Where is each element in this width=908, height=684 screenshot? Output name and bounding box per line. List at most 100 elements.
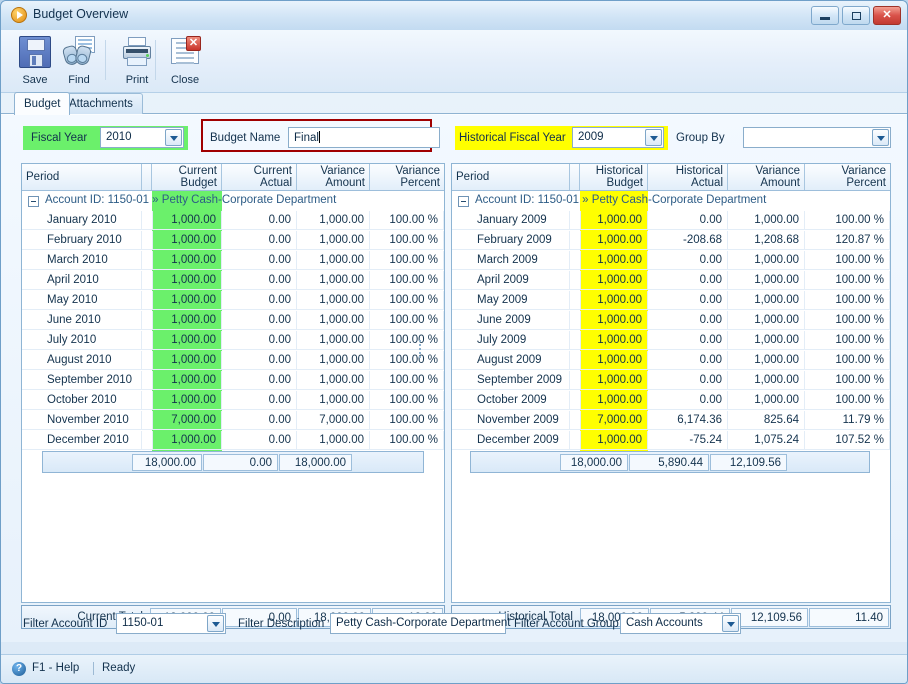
historical-chevron-down-icon[interactable]: [645, 129, 662, 146]
cell-variance-amount[interactable]: 1,000.00: [297, 211, 370, 229]
account-id-chevron-down-icon[interactable]: [207, 615, 224, 632]
cell-variance-amount[interactable]: 1,000.00: [728, 211, 805, 229]
cell-actual[interactable]: 6,174.36: [648, 411, 728, 429]
cell-actual[interactable]: 0.00: [222, 411, 297, 429]
cell-variance-amount[interactable]: 1,000.00: [297, 271, 370, 289]
cell-variance-percent[interactable]: 100.00 %: [370, 311, 444, 329]
cell-period[interactable]: June 2009: [452, 311, 570, 329]
cell-variance-percent[interactable]: 100.00 %: [370, 391, 444, 409]
cell-budget[interactable]: 1,000.00: [580, 351, 648, 369]
table-row[interactable]: April 2009 1,000.00 0.00 1,000.00 100.00 %: [452, 271, 890, 290]
cell-budget[interactable]: 1,000.00: [580, 431, 648, 449]
table-row[interactable]: July 2009 1,000.00 0.00 1,000.00 100.00 %: [452, 331, 890, 350]
cell-period[interactable]: August 2009: [452, 351, 570, 369]
cell-actual[interactable]: 0.00: [648, 391, 728, 409]
cell-actual[interactable]: 0.00: [222, 271, 297, 289]
table-row[interactable]: February 2010 1,000.00 0.00 1,000.00 100.00 …: [22, 231, 444, 250]
cell-variance-percent[interactable]: 120.87 %: [805, 231, 890, 249]
cell-period[interactable]: January 2010: [22, 211, 142, 229]
cell-budget[interactable]: 1,000.00: [580, 331, 648, 349]
cell-period[interactable]: May 2009: [452, 291, 570, 309]
cell-variance-amount[interactable]: 1,000.00: [728, 311, 805, 329]
cell-budget[interactable]: 1,000.00: [152, 211, 222, 229]
header-variance-percent[interactable]: Variance Percent: [370, 164, 444, 190]
cell-actual[interactable]: 0.00: [648, 271, 728, 289]
tab-budget[interactable]: Budget: [14, 92, 71, 115]
cell-period[interactable]: April 2010: [22, 271, 142, 289]
cell-variance-percent[interactable]: 100.00 %: [370, 211, 444, 229]
cell-variance-amount[interactable]: 1,000.00: [728, 371, 805, 389]
table-row[interactable]: October 2009 1,000.00 0.00 1,000.00 100.00 %: [452, 391, 890, 410]
cell-variance-percent[interactable]: 107.52 %: [805, 431, 890, 449]
cell-period[interactable]: August 2010: [22, 351, 142, 369]
account-group-chevron-down-icon[interactable]: [722, 615, 739, 632]
cell-variance-amount[interactable]: 1,000.00: [728, 391, 805, 409]
cell-budget[interactable]: 1,000.00: [152, 331, 222, 349]
collapse-icon-historical[interactable]: [458, 196, 469, 207]
cell-variance-amount[interactable]: 1,000.00: [728, 331, 805, 349]
cell-variance-amount[interactable]: 1,208.68: [728, 231, 805, 249]
cell-actual[interactable]: 0.00: [648, 251, 728, 269]
cell-variance-percent[interactable]: 100.00 %: [370, 251, 444, 269]
cell-variance-amount[interactable]: 1,000.00: [297, 231, 370, 249]
cell-budget[interactable]: 1,000.00: [152, 251, 222, 269]
close-button[interactable]: ✕: [873, 6, 901, 25]
header-current-actual[interactable]: Current Actual: [222, 164, 297, 190]
cell-period[interactable]: November 2010: [22, 411, 142, 429]
table-row[interactable]: March 2010 1,000.00 0.00 1,000.00 100.00 %: [22, 251, 444, 270]
cell-variance-percent[interactable]: 100.00 %: [370, 371, 444, 389]
cell-period[interactable]: October 2010: [22, 391, 142, 409]
cell-budget[interactable]: 1,000.00: [580, 251, 648, 269]
cell-actual[interactable]: 0.00: [222, 371, 297, 389]
cell-variance-amount[interactable]: 1,000.00: [728, 271, 805, 289]
table-row[interactable]: April 2010 1,000.00 0.00 1,000.00 100.00 %: [22, 271, 444, 290]
help-text[interactable]: F1 - Help: [32, 662, 79, 674]
table-row[interactable]: May 2009 1,000.00 0.00 1,000.00 100.00 %: [452, 291, 890, 310]
cell-variance-amount[interactable]: 1,000.00: [297, 311, 370, 329]
table-row[interactable]: December 2010 1,000.00 0.00 1,000.00 100.00 …: [22, 431, 444, 450]
cell-variance-percent[interactable]: 100.00 %: [805, 211, 890, 229]
group-by-select[interactable]: [743, 127, 891, 148]
cell-period[interactable]: January 2009: [452, 211, 570, 229]
filter-description-input[interactable]: Petty Cash-Corporate Department: [330, 613, 511, 634]
cell-period[interactable]: April 2009: [452, 271, 570, 289]
cell-actual[interactable]: 0.00: [222, 431, 297, 449]
cell-actual[interactable]: 0.00: [648, 331, 728, 349]
cell-actual[interactable]: 0.00: [222, 291, 297, 309]
cell-variance-amount[interactable]: 1,000.00: [297, 391, 370, 409]
grid-resize-grip[interactable]: [418, 338, 423, 360]
collapse-icon[interactable]: [28, 196, 39, 207]
cell-variance-percent[interactable]: 100.00 %: [370, 431, 444, 449]
cell-period[interactable]: July 2009: [452, 331, 570, 349]
header-period-historical[interactable]: Period: [452, 164, 570, 190]
cell-variance-amount[interactable]: 1,000.00: [297, 351, 370, 369]
cell-variance-amount[interactable]: 1,075.24: [728, 431, 805, 449]
minimize-button[interactable]: [811, 6, 839, 25]
cell-variance-percent[interactable]: 100.00 %: [370, 271, 444, 289]
header-historical-actual[interactable]: Historical Actual: [648, 164, 728, 190]
cell-variance-amount[interactable]: 1,000.00: [297, 331, 370, 349]
cell-actual[interactable]: 0.00: [222, 251, 297, 269]
table-row[interactable]: September 2010 1,000.00 0.00 1,000.00 100.00…: [22, 371, 444, 390]
cell-budget[interactable]: 7,000.00: [580, 411, 648, 429]
cell-budget[interactable]: 1,000.00: [152, 391, 222, 409]
cell-period[interactable]: December 2009: [452, 431, 570, 449]
cell-period[interactable]: July 2010: [22, 331, 142, 349]
cell-variance-amount[interactable]: 1,000.00: [297, 431, 370, 449]
cell-actual[interactable]: 0.00: [222, 211, 297, 229]
cell-budget[interactable]: 1,000.00: [152, 431, 222, 449]
table-row[interactable]: August 2010 1,000.00 0.00 1,000.00 100.00 %: [22, 351, 444, 370]
cell-variance-percent[interactable]: 100.00 %: [805, 371, 890, 389]
cell-variance-amount[interactable]: 1,000.00: [297, 371, 370, 389]
cell-variance-amount[interactable]: 7,000.00: [297, 411, 370, 429]
cell-period[interactable]: November 2009: [452, 411, 570, 429]
cell-budget[interactable]: 1,000.00: [152, 351, 222, 369]
current-budget-grid[interactable]: Period Current Budget Current Actual Var…: [21, 163, 445, 603]
header-historical-budget[interactable]: Historical Budget: [580, 164, 648, 190]
cell-actual[interactable]: 0.00: [222, 331, 297, 349]
historical-budget-grid[interactable]: Period Historical Budget Historical Actu…: [451, 163, 891, 603]
cell-variance-percent[interactable]: 100.00 %: [805, 291, 890, 309]
cell-variance-amount[interactable]: 1,000.00: [297, 251, 370, 269]
header-variance-percent-historical[interactable]: Variance Percent: [805, 164, 890, 190]
table-row[interactable]: July 2010 1,000.00 0.00 1,000.00 100.00 %: [22, 331, 444, 350]
